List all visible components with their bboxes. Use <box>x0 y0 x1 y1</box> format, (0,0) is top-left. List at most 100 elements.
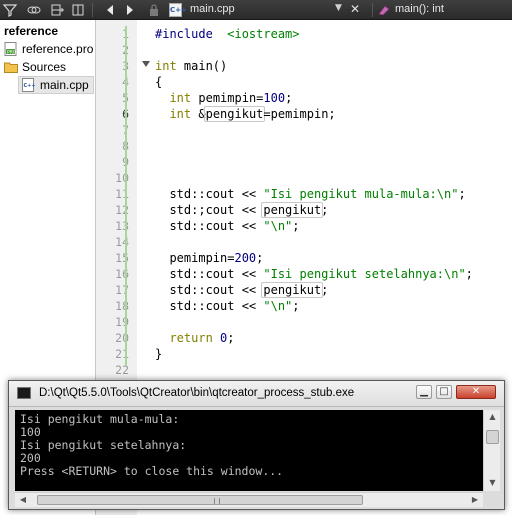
project-file-icon: PRO <box>4 42 17 56</box>
toolbar-separator <box>92 3 93 17</box>
code-line[interactable]: std::cout << "Isi pengikut mula-mula:\n"… <box>155 186 466 202</box>
scroll-thumb[interactable] <box>37 495 363 505</box>
code-line[interactable]: pemimpin=200; <box>155 250 263 266</box>
scroll-thumb[interactable] <box>486 430 499 444</box>
code-token: int <box>169 91 192 105</box>
symbol-selector[interactable]: main(): int <box>376 1 512 19</box>
grip-icon <box>214 498 220 504</box>
scroll-left-icon[interactable]: ◀ <box>15 493 31 507</box>
console-output-line: Isi pengikut mula-mula: <box>20 412 180 426</box>
code-token: } <box>155 347 163 361</box>
code-token: pemimpin= <box>155 251 235 265</box>
link-icon[interactable] <box>26 2 42 18</box>
toolbar-separator <box>372 3 373 17</box>
code-token: ; <box>321 283 329 297</box>
code-line[interactable]: std::cout << "\n"; <box>155 218 300 234</box>
code-token: std::cout << <box>155 299 264 313</box>
change-marker-bar <box>125 26 127 366</box>
maximize-button[interactable]: □ <box>436 385 452 399</box>
code-line[interactable]: } <box>155 346 162 362</box>
scroll-right-icon[interactable]: ▶ <box>467 493 483 507</box>
code-line[interactable]: std:;cout << pengikut; <box>155 202 328 218</box>
minimize-button[interactable]: ▁ <box>416 385 432 399</box>
function-symbol-icon <box>378 5 390 15</box>
sidebar-item-label: reference.pro <box>22 42 94 56</box>
editor-toolbar: C++ main.cpp ▼ ✕ main(): int <box>0 0 512 20</box>
code-token: ; <box>292 219 300 233</box>
cpp-file-icon: C++ <box>22 78 36 92</box>
cpp-file-icon: C++ <box>169 3 187 17</box>
project-name: reference <box>4 24 59 38</box>
code-line[interactable]: int pemimpin=100; <box>155 90 292 106</box>
code-token: 200 <box>234 251 257 265</box>
back-arrow-icon[interactable] <box>102 2 118 18</box>
code-token: "\n" <box>263 299 293 313</box>
code-line[interactable]: int &pengikut=pemimpin; <box>155 106 336 122</box>
highlighted-reference: pengikut <box>261 282 324 298</box>
filter-icon[interactable] <box>2 2 18 18</box>
sidebar-item-main-cpp[interactable]: C++ main.cpp <box>18 76 94 94</box>
fold-arrow-icon[interactable] <box>142 60 150 68</box>
code-line[interactable]: return 0; <box>155 330 235 346</box>
code-token: <iostream> <box>227 27 300 41</box>
code-token: { <box>155 75 163 89</box>
code-token: std::cout << <box>155 267 264 281</box>
code-token: std::cout << <box>155 219 264 233</box>
file-tab[interactable]: C++ main.cpp ▼ ✕ <box>168 1 368 19</box>
code-token: int <box>155 59 177 73</box>
code-token: "Isi pengikut mula-mula:\n" <box>263 187 459 201</box>
scroll-up-icon[interactable]: ▲ <box>484 410 501 424</box>
highlighted-reference: pengikut <box>261 202 324 218</box>
code-token: ; <box>465 267 473 281</box>
svg-text:C++: C++ <box>24 83 36 89</box>
console-output: Isi pengikut mula-mula: 100 Isi pengikut s… <box>15 410 483 491</box>
code-line[interactable]: std::cout << "Isi pengikut setelahnya:\n… <box>155 266 473 282</box>
close-icon[interactable]: ✕ <box>347 2 363 18</box>
dropdown-arrow-icon[interactable]: ▼ <box>335 3 342 13</box>
scroll-down-icon[interactable]: ▼ <box>484 476 501 490</box>
code-token: ; <box>292 299 300 313</box>
code-token: ; <box>227 331 235 345</box>
horizontal-scrollbar[interactable]: ◀ ▶ <box>15 492 483 507</box>
code-line[interactable]: #include <iostream> <box>155 26 300 42</box>
code-token: ; <box>285 91 293 105</box>
close-button[interactable]: ✕ <box>456 385 496 399</box>
code-token: =pemimpin; <box>263 107 336 121</box>
code-token: return <box>169 331 213 345</box>
code-token: "Isi pengikut setelahnya:\n" <box>263 267 466 281</box>
code-token: std::cout << <box>155 283 264 297</box>
code-line[interactable]: std::cout << "\n"; <box>155 298 300 314</box>
code-token: std:;cout << <box>155 203 264 217</box>
code-token: ; <box>321 203 329 217</box>
sidebar-item-label: Sources <box>22 60 67 74</box>
code-token: #include <box>155 27 228 41</box>
close-split-icon[interactable] <box>70 2 86 18</box>
highlighted-reference: pengikut <box>203 106 266 122</box>
code-token: ; <box>256 251 264 265</box>
folder-icon <box>4 62 18 73</box>
console-app-icon <box>17 387 31 399</box>
console-output-line: Press <RETURN> to close this window... <box>20 464 284 478</box>
file-tab-name: main.cpp <box>190 3 235 15</box>
code-token: pemimpin= <box>191 91 264 105</box>
code-token: ; <box>458 187 466 201</box>
code-line[interactable]: std::cout << pengikut; <box>155 282 328 298</box>
vertical-scrollbar[interactable]: ▲ ▼ <box>483 410 500 491</box>
code-token: "\n" <box>263 219 293 233</box>
console-title: D:\Qt\Qt5.5.0\Tools\QtCreator\bin\qtcrea… <box>39 387 355 399</box>
split-add-icon[interactable] <box>50 2 66 18</box>
sidebar-item-label: main.cpp <box>40 78 89 92</box>
forward-arrow-icon[interactable] <box>122 2 138 18</box>
code-line[interactable]: { <box>155 74 162 90</box>
symbol-name: main(): int <box>395 3 444 15</box>
code-token: main() <box>176 59 228 73</box>
console-window[interactable]: D:\Qt\Qt5.5.0\Tools\QtCreator\bin\qtcrea… <box>8 380 505 510</box>
lock-icon <box>146 2 162 18</box>
console-title-bar[interactable]: D:\Qt\Qt5.5.0\Tools\QtCreator\bin\qtcrea… <box>9 381 504 407</box>
code-line[interactable]: int main() <box>155 58 227 74</box>
code-token: std::cout << <box>155 187 264 201</box>
